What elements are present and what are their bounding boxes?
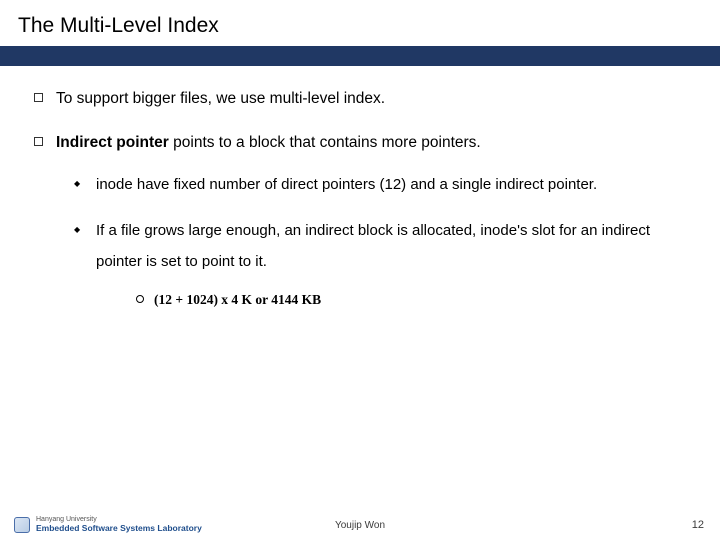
sub-bullet-text: inode have fixed number of direct pointe…: [96, 169, 686, 201]
logo-icon: [14, 517, 30, 533]
diamond-bullet-icon: [74, 169, 96, 201]
lab-name: Embedded Software Systems Laboratory: [36, 524, 202, 533]
sub-bullet-1: inode have fixed number of direct pointe…: [56, 169, 686, 201]
footer-logo: Hanyang University Embedded Software Sys…: [0, 516, 202, 533]
logo-text: Hanyang University Embedded Software Sys…: [36, 516, 202, 533]
circle-bullet-icon: [136, 286, 154, 314]
square-bullet-icon: [34, 86, 56, 112]
bullet-item-2: Indirect pointer points to a block that …: [34, 130, 686, 324]
indirect-pointer-term: Indirect pointer: [56, 134, 169, 151]
bullet-item-1: To support bigger files, we use multi-le…: [34, 86, 686, 112]
diamond-bullet-icon: [74, 215, 96, 314]
footer-author: Youjip Won: [335, 520, 385, 531]
sub-bullet-text: If a file grows large enough, an indirec…: [96, 215, 686, 314]
slide-footer: Hanyang University Embedded Software Sys…: [0, 510, 720, 540]
page-number: 12: [692, 519, 704, 531]
content-area: To support bigger files, we use multi-le…: [0, 66, 720, 324]
bullet-text: Indirect pointer points to a block that …: [56, 130, 686, 324]
sub-bullet-2: If a file grows large enough, an indirec…: [56, 215, 686, 314]
slide-title: The Multi-Level Index: [18, 14, 702, 38]
bullet-text-rest: points to a block that contains more poi…: [169, 134, 481, 151]
bullet-text: To support bigger files, we use multi-le…: [56, 86, 686, 112]
sub-sub-bullet-text: (12 + 1024) x 4 K or 4144 KB: [154, 286, 686, 314]
sub-sub-bullet-1: (12 + 1024) x 4 K or 4144 KB: [96, 286, 686, 314]
square-bullet-icon: [34, 130, 56, 324]
title-underline-bar: [0, 46, 720, 66]
